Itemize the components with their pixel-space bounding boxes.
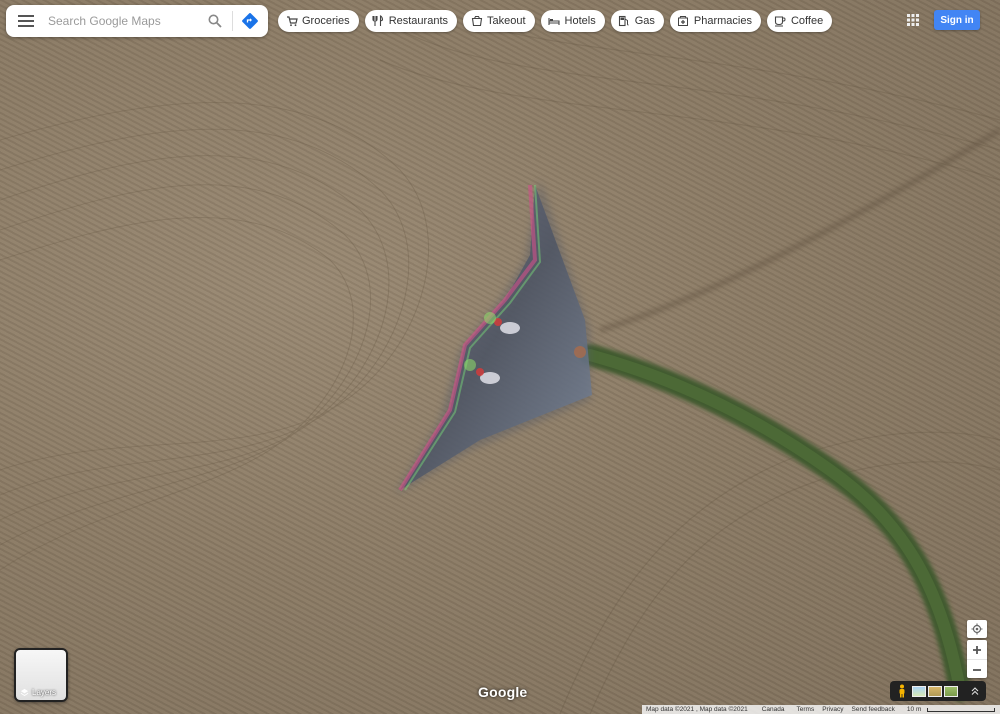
chip-label: Pharmacies xyxy=(693,15,752,27)
chip-label: Coffee xyxy=(790,15,824,27)
search-box xyxy=(6,5,268,37)
terms-link[interactable]: Terms xyxy=(793,706,819,713)
takeout-icon xyxy=(470,15,483,28)
chip-gas[interactable]: Gas xyxy=(610,10,664,32)
fork-knife-icon xyxy=(372,15,385,28)
chip-coffee[interactable]: Coffee xyxy=(766,10,833,32)
chip-takeout[interactable]: Takeout xyxy=(463,10,535,32)
region-link[interactable]: Canada xyxy=(758,706,789,713)
sign-in-button[interactable]: Sign in xyxy=(934,10,980,30)
chip-hotels[interactable]: Hotels xyxy=(540,10,605,32)
map-imagery xyxy=(0,0,1000,714)
chip-groceries[interactable]: Groceries xyxy=(278,10,359,32)
zoom-out-button[interactable] xyxy=(967,660,987,679)
scale-bar[interactable]: 10 m xyxy=(899,706,999,713)
imagery-thumbnail-terrain[interactable] xyxy=(928,685,942,697)
chip-label: Takeout xyxy=(487,15,526,27)
expand-icon[interactable] xyxy=(968,683,982,699)
privacy-link[interactable]: Privacy xyxy=(818,706,847,713)
pharmacy-icon xyxy=(677,15,690,28)
apps-grid-icon[interactable] xyxy=(905,12,921,28)
layers-button[interactable]: Layers xyxy=(14,648,68,702)
minus-icon xyxy=(973,668,981,671)
map-footer: Map data ©2021 , Map data ©2021 Canada T… xyxy=(642,705,1000,714)
chip-label: Groceries xyxy=(302,15,350,27)
bed-icon xyxy=(548,15,561,28)
chip-restaurants[interactable]: Restaurants xyxy=(364,10,457,32)
gas-pump-icon xyxy=(618,15,631,28)
map-attribution: Map data ©2021 , Map data ©2021 xyxy=(646,706,748,713)
zoom-controls xyxy=(967,640,987,678)
chip-label: Hotels xyxy=(564,15,596,27)
crosshair-icon xyxy=(971,623,983,635)
layers-icon xyxy=(20,688,29,697)
chip-label: Restaurants xyxy=(388,15,448,27)
imagery-thumbnail-earth[interactable] xyxy=(944,685,958,697)
search-input[interactable] xyxy=(46,14,198,28)
pegman-icon[interactable] xyxy=(894,683,910,699)
my-location-button[interactable] xyxy=(967,620,987,638)
layers-label-group: Layers xyxy=(20,688,56,697)
cart-icon xyxy=(285,15,298,28)
google-logo: Google xyxy=(478,684,528,700)
scale-label: 10 m xyxy=(906,706,922,713)
zoom-in-button[interactable] xyxy=(967,640,987,660)
directions-icon[interactable] xyxy=(233,5,267,37)
layers-label: Layers xyxy=(32,688,57,697)
coffee-icon xyxy=(774,15,787,28)
chip-label: Gas xyxy=(634,15,655,27)
category-chips: Groceries Restaurants Takeout Hotels Gas… xyxy=(278,10,833,32)
chip-pharmacies[interactable]: Pharmacies xyxy=(669,10,761,32)
menu-icon[interactable] xyxy=(6,5,46,37)
scale-line xyxy=(927,707,996,712)
satellite-map[interactable] xyxy=(0,0,1000,714)
imagery-thumbnail-map[interactable] xyxy=(912,685,926,697)
plus-icon xyxy=(973,645,981,654)
imagery-toolbar xyxy=(890,681,986,701)
search-icon[interactable] xyxy=(198,5,232,37)
send-feedback-link[interactable]: Send feedback xyxy=(848,706,899,713)
